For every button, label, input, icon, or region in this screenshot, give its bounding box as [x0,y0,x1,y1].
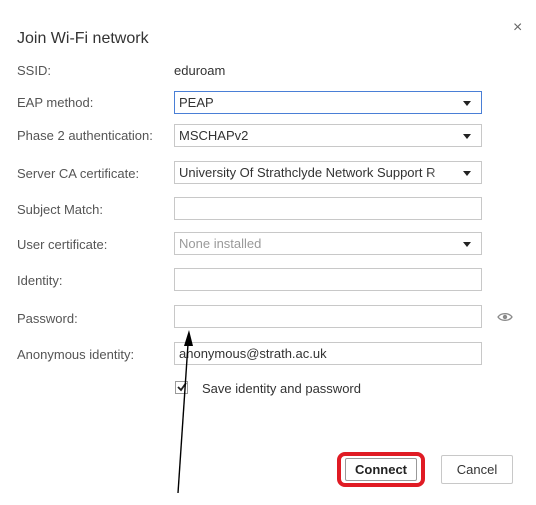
eap-method-select[interactable]: PEAP [174,91,482,114]
connect-button-label: Connect [345,458,417,481]
anon-identity-input[interactable]: anonymous@strath.ac.uk [174,342,482,365]
ssid-label: SSID: [17,63,51,78]
connect-button[interactable]: Connect [337,452,425,487]
ssid-value: eduroam [174,63,226,78]
subject-match-label: Subject Match: [17,202,103,217]
phase2-select[interactable]: MSCHAPv2 [174,124,482,147]
user-cert-value: None installed [179,236,262,251]
identity-label: Identity: [17,273,63,288]
save-credentials-checkbox[interactable] [175,381,188,394]
server-ca-value: University Of Strathclyde Network Suppor… [179,165,436,180]
dialog-title: Join Wi-Fi network [17,30,149,47]
phase2-value: MSCHAPv2 [179,128,249,143]
eap-method-value: PEAP [179,95,214,110]
save-credentials-label: Save identity and password [202,381,361,396]
server-ca-label: Server CA certificate: [17,166,140,181]
password-input[interactable] [174,305,482,328]
server-ca-select[interactable]: University Of Strathclyde Network Suppor… [174,161,482,184]
anon-identity-label: Anonymous identity: [17,347,135,362]
anon-identity-value: anonymous@strath.ac.uk [179,346,327,361]
cancel-button[interactable]: Cancel [441,455,513,484]
subject-match-input[interactable] [174,197,482,220]
chevron-down-icon [463,134,471,139]
user-cert-select[interactable]: None installed [174,232,482,255]
chevron-down-icon [463,242,471,247]
user-cert-label: User certificate: [17,237,108,252]
chevron-down-icon [463,171,471,176]
eap-method-label: EAP method: [17,95,94,110]
phase2-label: Phase 2 authentication: [17,128,153,143]
password-label: Password: [17,311,78,326]
text-fade [429,163,453,182]
eye-icon[interactable] [497,312,513,322]
chevron-down-icon [463,101,471,106]
checkmark-icon [177,382,187,392]
close-icon[interactable]: × [513,20,522,36]
identity-input[interactable] [174,268,482,291]
